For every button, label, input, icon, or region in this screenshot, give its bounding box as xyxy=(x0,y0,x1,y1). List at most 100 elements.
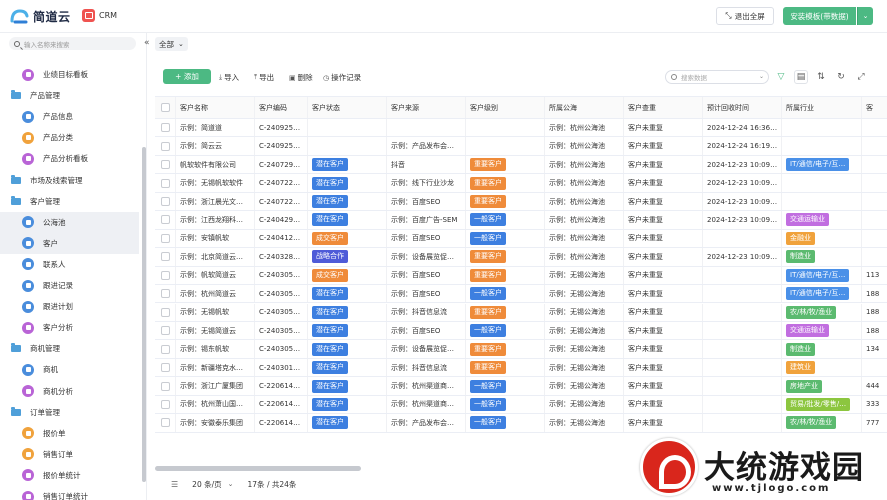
sidebar-item-label: 销售订单统计 xyxy=(43,492,88,500)
refresh-icon[interactable]: ↻ xyxy=(834,70,848,84)
install-template-button[interactable]: 安装模板(带数据) xyxy=(783,7,856,25)
table-row[interactable]: 示例：无锡简道云 C-240305… 潜在客户 示例：百度SEO 一般客户 示例：无锡公海… xyxy=(155,321,887,341)
sidebar-item[interactable]: 产品信息 xyxy=(0,106,139,127)
view-filter-dropdown[interactable]: 全部 ⌄ xyxy=(155,37,188,51)
sidebar-item[interactable]: 报价单统计 xyxy=(0,465,139,486)
sidebar-item[interactable]: 客户管理 xyxy=(0,191,139,212)
sidebar-item[interactable]: 销售订单 xyxy=(0,444,139,465)
page-size-select[interactable]: 20 条/页 xyxy=(192,479,221,490)
exit-fullscreen-button[interactable]: ⤡ 退出全屏 xyxy=(716,7,774,25)
export-button[interactable]: ⤒ 导出 xyxy=(254,72,274,83)
row-checkbox[interactable] xyxy=(160,141,170,151)
table-row[interactable]: 示例：帆软简道云 C-240305… 成交客户 示例：百度SEO 重要客户 示例：无锡公海… xyxy=(155,266,887,286)
layout-icon[interactable]: ▤ xyxy=(794,70,808,84)
table-cell: 成交客户 xyxy=(307,266,386,285)
sidebar-item[interactable]: 联系人 xyxy=(0,254,139,275)
sidebar-item[interactable]: 产品分析看板 xyxy=(0,148,139,169)
row-checkbox[interactable] xyxy=(160,307,170,317)
column-header[interactable]: 预计回收时间 xyxy=(702,97,781,118)
sidebar-item[interactable]: 商机分析 xyxy=(0,381,139,402)
sidebar-item[interactable]: 销售订单统计 xyxy=(0,486,139,500)
row-height-icon[interactable]: ☰ xyxy=(171,480,178,489)
table-horizontal-scrollbar[interactable] xyxy=(155,466,361,471)
row-checkbox[interactable] xyxy=(160,270,170,280)
column-header[interactable]: 所属公海 xyxy=(544,97,623,118)
sidebar-item[interactable]: 跟进计划 xyxy=(0,296,139,317)
column-header[interactable]: 客户编码 xyxy=(254,97,307,118)
column-header[interactable]: 客户查重 xyxy=(623,97,702,118)
row-select-cell xyxy=(155,137,175,154)
table-cell: C-240305… xyxy=(254,340,307,358)
operation-log-button[interactable]: ◷ 操作记录 xyxy=(323,72,361,83)
sidebar-item[interactable]: 市场及线索管理 xyxy=(0,170,139,191)
row-checkbox[interactable] xyxy=(160,123,170,133)
form-icon xyxy=(22,448,34,461)
delete-button[interactable]: ▣ 删除 xyxy=(289,72,313,83)
table-cell: 帆软软件有限公司 xyxy=(175,155,254,174)
table-row[interactable]: 帆软软件有限公司 C-240729… 潜在客户 抖音 重要客户 示例：杭州公海池 客户未重复… xyxy=(155,155,887,175)
row-checkbox[interactable] xyxy=(160,178,170,188)
sidebar-scrollbar[interactable] xyxy=(142,147,146,482)
table-row[interactable]: 示例：杭州萧山国… C-220614… 潜在客户 示例：杭州渠道商… 一般客户 示例：无锡… xyxy=(155,395,887,415)
filter-icon[interactable]: ▽ xyxy=(774,70,788,84)
table-cell: 房地产业 xyxy=(781,377,861,395)
table-row[interactable]: 示例：无锡帆软软件 C-240722… 潜在客户 示例：线下行业沙龙 重要客户 示例：杭州… xyxy=(155,174,887,193)
table-row[interactable]: 示例：新疆塔克水… C-240301… 潜在客户 示例：抖音信息流 重要客户 示例：无锡公… xyxy=(155,358,887,378)
column-header[interactable]: 客户名称 xyxy=(175,97,254,118)
sidebar-item[interactable]: 产品管理 xyxy=(0,85,139,106)
sidebar-item[interactable]: 商机管理 xyxy=(0,338,139,359)
chevron-down-icon[interactable]: ⌄ xyxy=(228,480,234,488)
column-header[interactable]: 客户状态 xyxy=(307,97,386,118)
column-header[interactable]: 客户来源 xyxy=(386,97,465,118)
row-checkbox[interactable] xyxy=(160,418,170,428)
table-row[interactable]: 示例：锡东帆软 C-240305… 潜在客户 示例：设备展览促… 重要客户 示例：无锡公海… xyxy=(155,340,887,359)
app-switcher[interactable]: CRM xyxy=(82,9,117,22)
collapse-sidebar-icon[interactable]: « xyxy=(144,38,150,48)
sidebar-item[interactable]: 客户分析 xyxy=(0,317,139,338)
sidebar-item[interactable]: 订单管理 xyxy=(0,402,139,423)
sidebar-item[interactable]: 业绩目标看板 xyxy=(0,64,139,85)
row-checkbox[interactable] xyxy=(160,215,170,225)
row-checkbox[interactable] xyxy=(160,363,170,373)
sort-icon[interactable]: ⇅ xyxy=(814,70,828,84)
install-dropdown-button[interactable]: ⌄ xyxy=(857,7,873,25)
table-row[interactable]: 示例：杭州简道云 C-240305… 潜在客户 示例：百度SEO 一般客户 示例：无锡公海… xyxy=(155,285,887,304)
folder-icon xyxy=(11,343,21,353)
row-checkbox[interactable] xyxy=(160,252,170,262)
column-header[interactable]: 客户级别 xyxy=(465,97,544,118)
select-all-checkbox[interactable] xyxy=(160,103,170,112)
row-checkbox[interactable] xyxy=(160,381,170,391)
row-checkbox[interactable] xyxy=(160,289,170,299)
row-checkbox[interactable] xyxy=(160,399,170,409)
row-checkbox[interactable] xyxy=(160,233,170,243)
table-row[interactable]: 示例：江西龙翔科… C-240429… 潜在客户 示例：百度广告-SEM 一般客户 示例：… xyxy=(155,211,887,230)
import-button[interactable]: ⤓ 导入 xyxy=(219,72,239,83)
table-row[interactable]: 示例：北京简道云… C-240328… 战略合作 示例：设备展览促… 重要客户 示例：杭州… xyxy=(155,248,887,267)
table-row[interactable]: 示例：浙江晨光文… C-240722… 潜在客户 示例：百度SEO 重要客户 示例：杭州公… xyxy=(155,192,887,212)
table-search-input[interactable]: 搜索数据 ⌄ xyxy=(665,70,769,84)
table-row[interactable]: 示例：简云云 C-240925… 示例：产品发布会… 示例：杭州公海池 客户未重复 202… xyxy=(155,137,887,156)
table-row[interactable]: 示例：简道道 C-240925… 示例：杭州公海池 客户未重复 2024-12-24 1… xyxy=(155,119,887,138)
sidebar-item[interactable]: 报价单 xyxy=(0,423,139,444)
sidebar-item[interactable]: 客户 xyxy=(0,232,139,254)
sidebar-item[interactable]: 公海池 xyxy=(0,211,139,233)
row-checkbox[interactable] xyxy=(160,160,170,170)
row-checkbox[interactable] xyxy=(160,344,170,354)
table-row[interactable]: 示例：浙江广厦集团 C-220614… 潜在客户 示例：杭州渠道商… 一般客户 示例：无锡… xyxy=(155,377,887,396)
column-header[interactable]: 客 xyxy=(861,97,887,118)
table-cell xyxy=(702,377,781,395)
table-row[interactable]: 示例：无锡帆软 C-240305… 潜在客户 示例：抖音信息流 重要客户 示例：无锡公海池… xyxy=(155,303,887,322)
table-row[interactable]: 示例：安镇帆软 C-240412… 成交客户 示例：百度SEO 一般客户 示例：杭州公海池… xyxy=(155,229,887,249)
add-button[interactable]: + 添加 xyxy=(163,69,211,84)
sidebar-item[interactable]: 商机 xyxy=(0,359,139,380)
sidebar-item[interactable]: 跟进记录 xyxy=(0,275,139,296)
app-logo[interactable]: 简道云 xyxy=(10,7,71,25)
row-checkbox[interactable] xyxy=(160,197,170,207)
column-header[interactable]: 所属行业 xyxy=(781,97,861,118)
row-checkbox[interactable] xyxy=(160,326,170,336)
table-row[interactable]: 示例：安徽泰乐集团 C-220614… 潜在客户 示例：产品发布会… 一般客户 示例：无锡… xyxy=(155,414,887,433)
sidebar-search-input[interactable]: 输入名称来搜索 xyxy=(9,37,136,50)
fullscreen-icon[interactable]: ⤢ xyxy=(854,70,868,84)
sidebar-item[interactable]: 产品分类 xyxy=(0,127,139,148)
table-cell xyxy=(781,119,861,137)
